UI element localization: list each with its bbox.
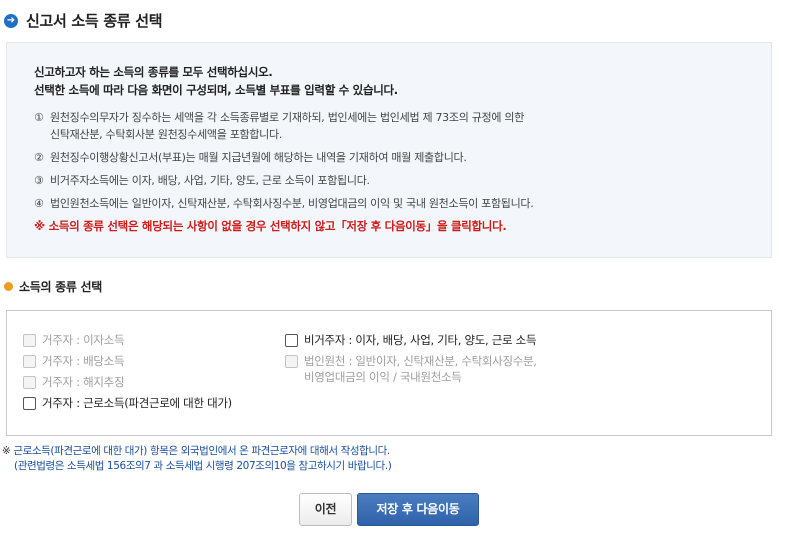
option-label: 비거주자 : 이자, 배당, 사업, 기타, 양도, 근로 소득 [304, 333, 537, 347]
option-resident-interest: 거주자 : 이자소득 [23, 332, 232, 348]
section-header: 소득의 종류 선택 [4, 278, 102, 295]
notice-warning: ※ 소득의 종류 선택은 해당되는 사항이 없을 경우 선택하지 않고「저장 후… [34, 219, 507, 233]
checkbox-nonresident[interactable] [285, 334, 298, 347]
prev-button[interactable]: 이전 [299, 493, 352, 526]
notice-item-text: 비거주자소득에는 이자, 배당, 사업, 기타, 양도, 근로 소득이 포함됩니… [50, 174, 370, 187]
notice-lead-line-1: 신고하고자 하는 소득의 종류를 모두 선택하십시오. [34, 65, 273, 79]
checkbox-resident-termination [23, 376, 36, 389]
arrow-right-circle-icon: ➜ [4, 13, 18, 28]
notice-item-text: 법인원천소득에는 일반이자, 신탁재산분, 수탁회사징수분, 비영업대금의 이익… [50, 197, 534, 210]
footnote-line-2: (관련법령은 소득세법 156조의7 과 소득세법 시행령 207조의10을 참… [14, 460, 392, 472]
checkbox-corporate-withholding [285, 355, 298, 368]
page-title-row: ➜ 신고서 소득 종류 선택 [4, 10, 163, 31]
notice-item: ① 원천징수의무자가 징수하는 세액을 각 소득종류별로 기재하되, 법인세에는… [34, 109, 771, 143]
option-nonresident[interactable]: 비거주자 : 이자, 배당, 사업, 기타, 양도, 근로 소득 [285, 332, 537, 348]
checkbox-resident-labor[interactable] [23, 397, 36, 410]
notice-item: ④ 법인원천소득에는 일반이자, 신탁재산분, 수탁회사징수분, 비영업대금의 … [34, 195, 771, 212]
notice-item: ② 원천징수이행상황신고서(부표)는 매월 지급년월에 해당하는 내역을 기재하… [34, 149, 771, 166]
orange-dot-icon [4, 282, 13, 291]
section-title: 소득의 종류 선택 [19, 280, 102, 294]
income-type-select-box: 거주자 : 이자소득 거주자 : 배당소득 거주자 : 해지추징 거주자 : 근… [6, 310, 772, 436]
checkbox-resident-interest [23, 334, 36, 347]
footnote-line-1: 근로소득(파견근로에 대한 대가) 항목은 외국법인에서 온 파견근로자에 대해… [13, 445, 390, 457]
option-label: 법인원천 : 일반이자, 신탁재산분, 수탁회사징수분, 비영업대금의 이익 /… [304, 354, 537, 384]
notice-lead-line-2: 선택한 소득에 따라 다음 화면이 구성되며, 소득별 부표를 입력할 수 있습… [34, 83, 398, 97]
checkbox-resident-dividend [23, 355, 36, 368]
option-label: 거주자 : 해지추징 [42, 375, 125, 389]
notice-box: 신고하고자 하는 소득의 종류를 모두 선택하십시오. 선택한 소득에 따라 다… [6, 42, 772, 258]
notice-item-text: 원천징수의무자가 징수하는 세액을 각 소득종류별로 기재하되, 법인세에는 법… [50, 111, 525, 141]
page-title: 신고서 소득 종류 선택 [26, 12, 163, 30]
footnote: ※ 근로소득(파견근로에 대한 대가) 항목은 외국법인에서 온 파견근로자에 … [2, 444, 392, 474]
footnote-symbol: ※ [2, 445, 11, 457]
option-label: 거주자 : 근로소득(파견근로에 대한 대가) [42, 396, 232, 410]
option-label: 거주자 : 배당소득 [42, 354, 125, 368]
option-label: 거주자 : 이자소득 [42, 333, 125, 347]
notice-item-number: ① [34, 111, 44, 124]
option-corporate-withholding: 법인원천 : 일반이자, 신탁재산분, 수탁회사징수분, 비영업대금의 이익 /… [285, 353, 537, 385]
nonresident-options-column: 비거주자 : 이자, 배당, 사업, 기타, 양도, 근로 소득 법인원천 : … [285, 332, 537, 390]
save-and-next-button[interactable]: 저장 후 다음이동 [357, 493, 479, 526]
notice-item-number: ③ [34, 174, 44, 187]
notice-list: ① 원천징수의무자가 징수하는 세액을 각 소득종류별로 기재하되, 법인세에는… [34, 109, 771, 212]
notice-item-number: ② [34, 151, 44, 164]
notice-item: ③ 비거주자소득에는 이자, 배당, 사업, 기타, 양도, 근로 소득이 포함… [34, 172, 771, 189]
notice-item-number: ④ [34, 197, 44, 210]
notice-item-text: 원천징수이행상황신고서(부표)는 매월 지급년월에 해당하는 내역을 기재하여 … [50, 151, 467, 164]
option-resident-labor[interactable]: 거주자 : 근로소득(파견근로에 대한 대가) [23, 395, 232, 411]
option-resident-dividend: 거주자 : 배당소득 [23, 353, 232, 369]
resident-options-column: 거주자 : 이자소득 거주자 : 배당소득 거주자 : 해지추징 거주자 : 근… [23, 332, 232, 416]
option-resident-termination: 거주자 : 해지추징 [23, 374, 232, 390]
